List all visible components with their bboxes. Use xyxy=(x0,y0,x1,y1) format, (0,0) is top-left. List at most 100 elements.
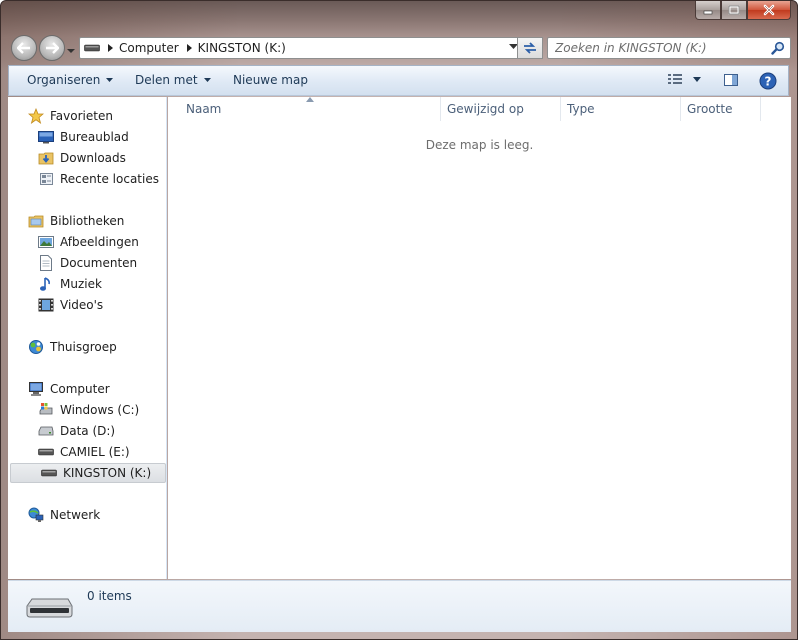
recent-pages-dropdown[interactable] xyxy=(67,43,77,53)
column-header-label: Naam xyxy=(186,102,222,116)
minimize-button[interactable] xyxy=(695,1,721,20)
sidebar-item-music[interactable]: Muziek xyxy=(8,274,166,294)
command-bar: Organiseren Delen met Nieuwe map ? xyxy=(8,65,789,96)
sort-ascending-icon xyxy=(306,97,314,102)
arrow-left-icon xyxy=(17,42,30,54)
breadcrumb-separator-icon xyxy=(186,44,192,52)
sidebar-item-label: Bureaublad xyxy=(60,130,129,144)
organize-label: Organiseren xyxy=(27,73,101,87)
explorer-window: Computer KINGSTON (K:) Organiseren Delen… xyxy=(0,0,798,640)
address-row: Computer KINGSTON (K:) xyxy=(9,33,791,61)
chevron-down-icon xyxy=(203,78,211,82)
maximize-icon xyxy=(728,5,740,15)
refresh-icon xyxy=(524,42,536,54)
desktop-icon xyxy=(38,129,54,145)
sidebar-item-drive-d[interactable]: Data (D:) xyxy=(8,421,166,441)
sidebar-group-favorites[interactable]: Favorieten xyxy=(8,106,166,126)
column-header-label: Type xyxy=(567,102,595,116)
help-button[interactable]: ? xyxy=(759,72,777,93)
sidebar-item-drive-c[interactable]: Windows (C:) xyxy=(8,400,166,420)
close-button[interactable] xyxy=(747,1,791,20)
sidebar-group-libraries[interactable]: Bibliotheken xyxy=(8,211,166,231)
navigation-pane: Favorieten Bureaublad Downloads Recente … xyxy=(8,97,167,579)
arrow-right-icon xyxy=(46,42,59,54)
sidebar-item-downloads[interactable]: Downloads xyxy=(8,148,166,168)
sidebar-item-label: Documenten xyxy=(60,256,138,270)
homegroup-icon xyxy=(28,339,44,355)
removable-drive-icon xyxy=(26,598,73,618)
breadcrumb-computer[interactable]: Computer xyxy=(119,41,179,55)
chevron-down-icon[interactable] xyxy=(693,76,701,82)
drive-icon xyxy=(84,44,100,52)
sidebar-group-homegroup[interactable]: Thuisgroep xyxy=(8,337,166,357)
column-header-type[interactable]: Type xyxy=(561,97,681,121)
column-header-label: Gewijzigd op xyxy=(447,102,524,116)
sidebar-group-label: Thuisgroep xyxy=(50,340,117,354)
svg-text:?: ? xyxy=(765,75,772,89)
sidebar-group-label: Computer xyxy=(50,382,110,396)
window-controls xyxy=(695,1,791,20)
help-icon: ? xyxy=(759,72,777,90)
sidebar-item-drive-k[interactable]: KINGSTON (K:) xyxy=(10,463,166,483)
pictures-icon xyxy=(38,234,54,250)
computer-icon xyxy=(28,381,44,397)
system-drive-icon xyxy=(38,402,54,418)
column-header-modified[interactable]: Gewijzigd op xyxy=(441,97,561,121)
close-icon xyxy=(763,4,775,16)
sidebar-item-label: CAMIEL (E:) xyxy=(60,445,130,459)
sidebar-item-pictures[interactable]: Afbeeldingen xyxy=(8,232,166,252)
forward-button[interactable] xyxy=(39,35,65,61)
music-note-icon xyxy=(38,276,54,292)
sidebar-item-label: Recente locaties xyxy=(60,172,159,186)
sidebar-item-label: Downloads xyxy=(60,151,126,165)
sidebar-group-label: Bibliotheken xyxy=(50,214,125,228)
sidebar-item-label: Afbeeldingen xyxy=(60,235,139,249)
refresh-button[interactable] xyxy=(517,37,543,59)
minimize-icon xyxy=(703,10,713,15)
star-icon xyxy=(28,108,44,124)
sidebar-item-label: Video's xyxy=(60,298,104,312)
sidebar-group-computer[interactable]: Computer xyxy=(8,379,166,399)
breadcrumb-current[interactable]: KINGSTON (K:) xyxy=(198,41,286,55)
search-input[interactable] xyxy=(555,41,765,55)
chevron-down-icon xyxy=(106,78,114,82)
sidebar-item-label: Muziek xyxy=(60,277,102,291)
chevron-down-icon xyxy=(67,49,75,53)
search-box[interactable] xyxy=(547,37,791,59)
share-label: Delen met xyxy=(135,73,198,87)
sidebar-item-desktop[interactable]: Bureaublad xyxy=(8,127,166,147)
maximize-button[interactable] xyxy=(721,1,747,20)
column-header-label: Grootte xyxy=(687,102,733,116)
downloads-folder-icon xyxy=(38,150,54,166)
sidebar-group-network[interactable]: Netwerk xyxy=(8,505,166,525)
documents-icon xyxy=(38,255,54,271)
sidebar-item-label: Data (D:) xyxy=(60,424,116,438)
new-folder-label: Nieuwe map xyxy=(233,73,308,87)
share-button[interactable]: Delen met xyxy=(135,73,211,87)
address-bar[interactable]: Computer KINGSTON (K:) xyxy=(79,37,523,59)
sidebar-item-videos[interactable]: Video's xyxy=(8,295,166,315)
file-list: Naam Gewijzigd op Type Grootte Deze map … xyxy=(168,97,791,579)
recent-places-icon xyxy=(38,171,54,187)
network-icon xyxy=(28,507,44,523)
film-strip-icon xyxy=(38,297,54,313)
details-view-icon xyxy=(668,74,682,84)
removable-drive-icon xyxy=(41,465,57,481)
sidebar-item-drive-e[interactable]: CAMIEL (E:) xyxy=(8,442,166,462)
sidebar-item-documents[interactable]: Documenten xyxy=(8,253,166,273)
column-header-size[interactable]: Grootte xyxy=(681,97,761,121)
preview-pane-button[interactable] xyxy=(723,72,739,91)
sidebar-item-recent-places[interactable]: Recente locaties xyxy=(8,169,166,189)
new-folder-button[interactable]: Nieuwe map xyxy=(233,73,308,87)
preview-pane-icon xyxy=(724,74,738,86)
hard-drive-icon xyxy=(38,423,54,439)
sidebar-item-label: Windows (C:) xyxy=(60,403,140,417)
libraries-icon xyxy=(28,213,44,229)
change-view-button[interactable] xyxy=(667,72,701,86)
removable-drive-icon xyxy=(38,444,54,460)
organize-button[interactable]: Organiseren xyxy=(27,73,114,87)
back-button[interactable] xyxy=(11,35,37,61)
empty-folder-message: Deze map is leeg. xyxy=(425,138,534,152)
search-icon[interactable] xyxy=(771,41,785,55)
breadcrumb-separator-icon xyxy=(108,44,113,52)
